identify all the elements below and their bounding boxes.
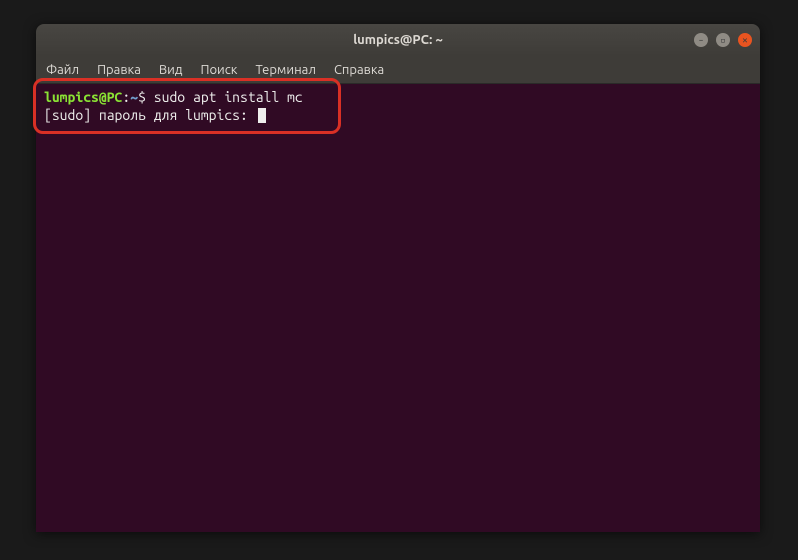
window-title: lumpics@PC: ~	[353, 33, 443, 47]
menu-view[interactable]: Вид	[159, 63, 183, 77]
titlebar: lumpics@PC: ~ – ▫ ✕	[36, 24, 760, 56]
menu-terminal[interactable]: Терминал	[255, 63, 315, 77]
terminal-body[interactable]: lumpics@PC:~$ sudo apt install mc [sudo]…	[36, 84, 760, 532]
minimize-button[interactable]: –	[694, 33, 708, 47]
sudo-prompt-text: [sudo] пароль для lumpics:	[44, 107, 256, 123]
menu-help[interactable]: Справка	[334, 63, 384, 77]
menubar: Файл Правка Вид Поиск Терминал Справка	[36, 56, 760, 84]
prompt-user-host: lumpics@PC	[44, 89, 122, 105]
window-controls: – ▫ ✕	[694, 33, 752, 47]
prompt-path: ~	[130, 89, 138, 105]
menu-edit[interactable]: Правка	[97, 63, 141, 77]
maximize-button[interactable]: ▫	[716, 33, 730, 47]
menu-file[interactable]: Файл	[46, 63, 79, 77]
prompt-dollar: $	[138, 89, 154, 105]
prompt-line: lumpics@PC:~$ sudo apt install mc	[44, 88, 752, 106]
close-button[interactable]: ✕	[738, 33, 752, 47]
sudo-prompt-line: [sudo] пароль для lumpics:	[44, 106, 752, 124]
terminal-window: lumpics@PC: ~ – ▫ ✕ Файл Правка Вид Поис…	[36, 24, 760, 532]
cursor	[258, 108, 266, 123]
command-text: sudo apt install mc	[154, 89, 303, 105]
menu-search[interactable]: Поиск	[200, 63, 237, 77]
